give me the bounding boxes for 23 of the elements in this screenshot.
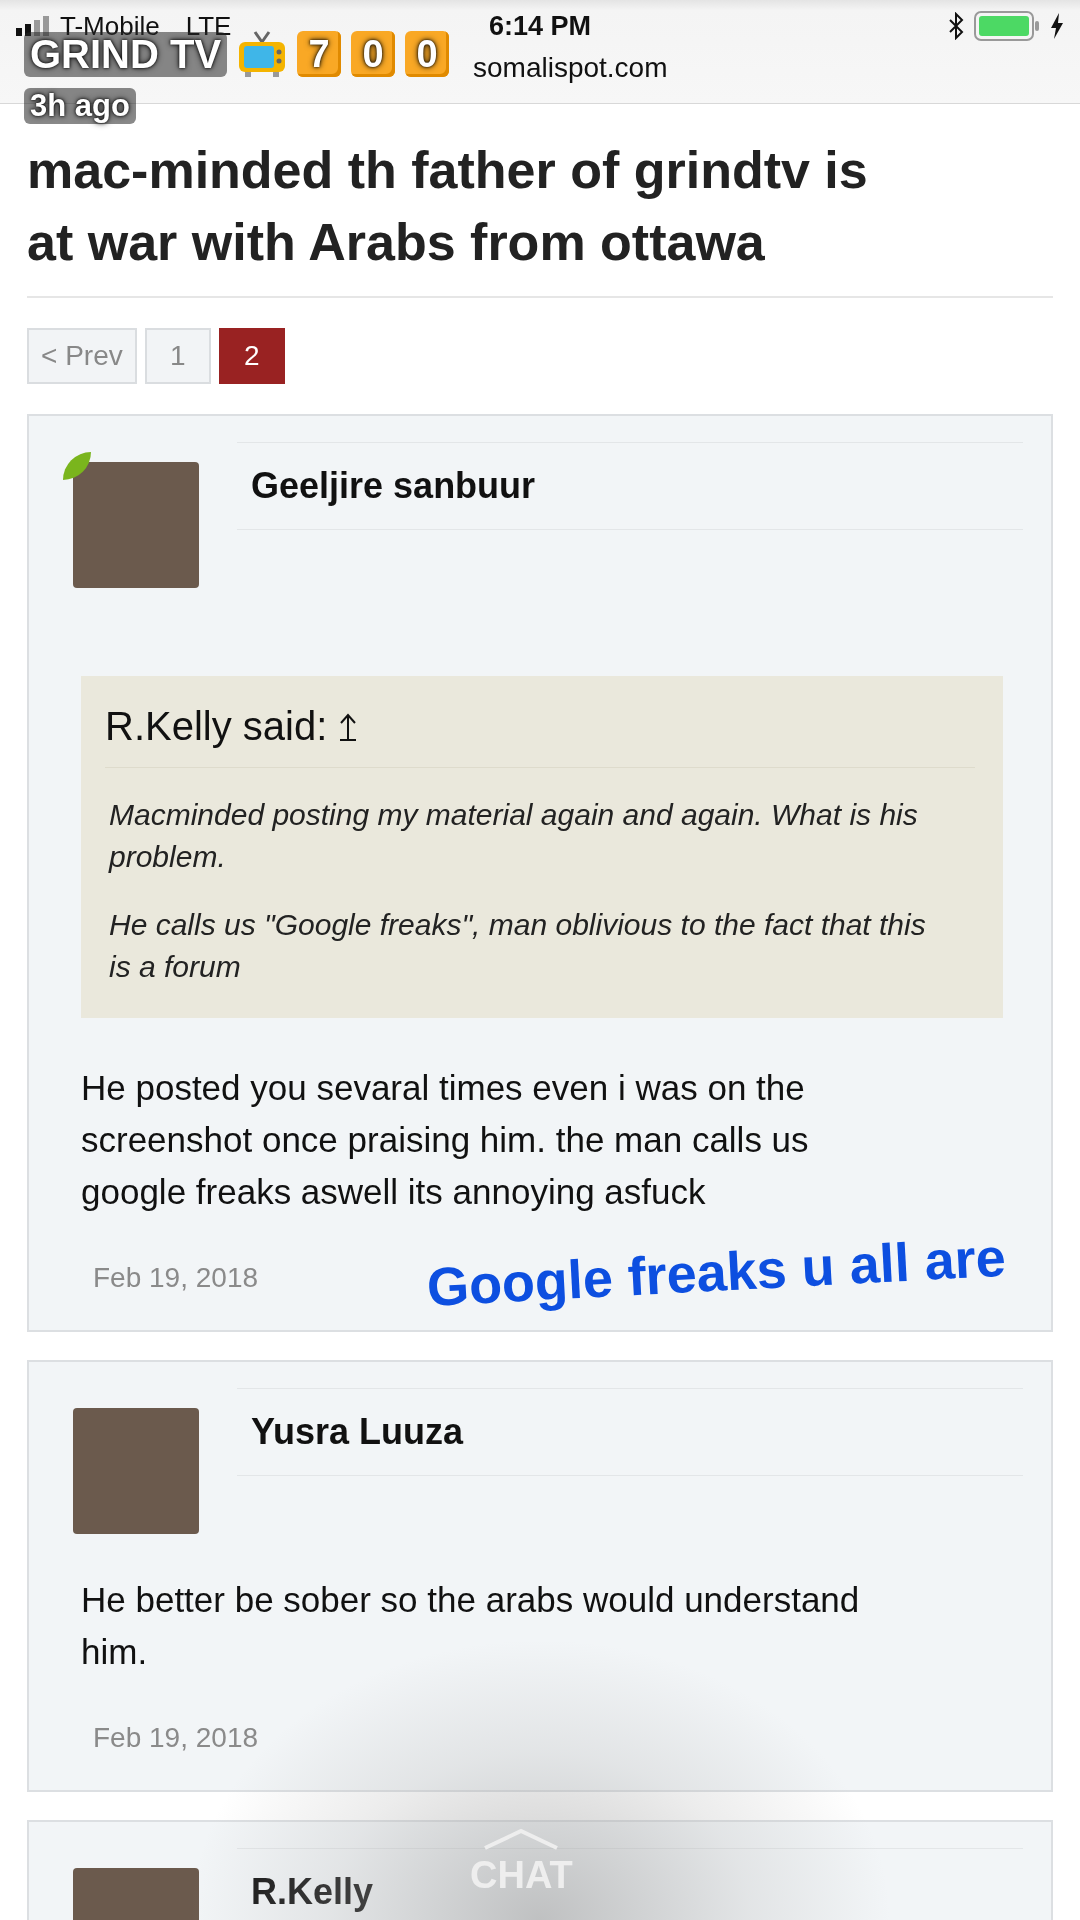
quote-text: He calls us "Google freaks", man oblivious to the fact that this is a forum bbox=[109, 907, 927, 985]
quote-text: Macminded posting my material again and again. What is his problem. bbox=[109, 797, 919, 875]
post-text: He better be sober so the arabs would understand him. bbox=[81, 1579, 861, 1673]
story-age: 3h ago bbox=[24, 88, 136, 124]
avatar-placeholder[interactable] bbox=[73, 1408, 199, 1534]
battery-icon bbox=[974, 11, 1040, 41]
signal-icon bbox=[16, 16, 52, 36]
author-name[interactable]: R.Kelly bbox=[251, 1871, 374, 1912]
author-name[interactable]: Yusra Luuza bbox=[251, 1411, 464, 1452]
digit-tile: 0 bbox=[405, 31, 450, 77]
television-icon bbox=[237, 30, 288, 78]
bluetooth-icon bbox=[948, 12, 964, 40]
author-name[interactable]: Geeljire sanbuur bbox=[251, 465, 536, 506]
story-caption-overlay: Google freaks u all are bbox=[425, 1225, 1008, 1319]
page-url[interactable]: somalispot.com bbox=[473, 52, 668, 84]
page-button[interactable]: 2 bbox=[218, 328, 285, 384]
quote-author[interactable]: R.Kelly said: bbox=[105, 704, 328, 749]
charging-icon bbox=[1050, 13, 1064, 39]
digit-tile: 7 bbox=[297, 31, 342, 77]
avatar-placeholder[interactable] bbox=[73, 462, 199, 588]
digit-tile: 0 bbox=[351, 31, 396, 77]
clock-time: 6:14 PM bbox=[487, 10, 592, 42]
post-text: He posted you sevaral times even i was on the screenshot once praising him. the man calls us google freaks aswell its annoying asfuck bbox=[81, 1067, 810, 1213]
